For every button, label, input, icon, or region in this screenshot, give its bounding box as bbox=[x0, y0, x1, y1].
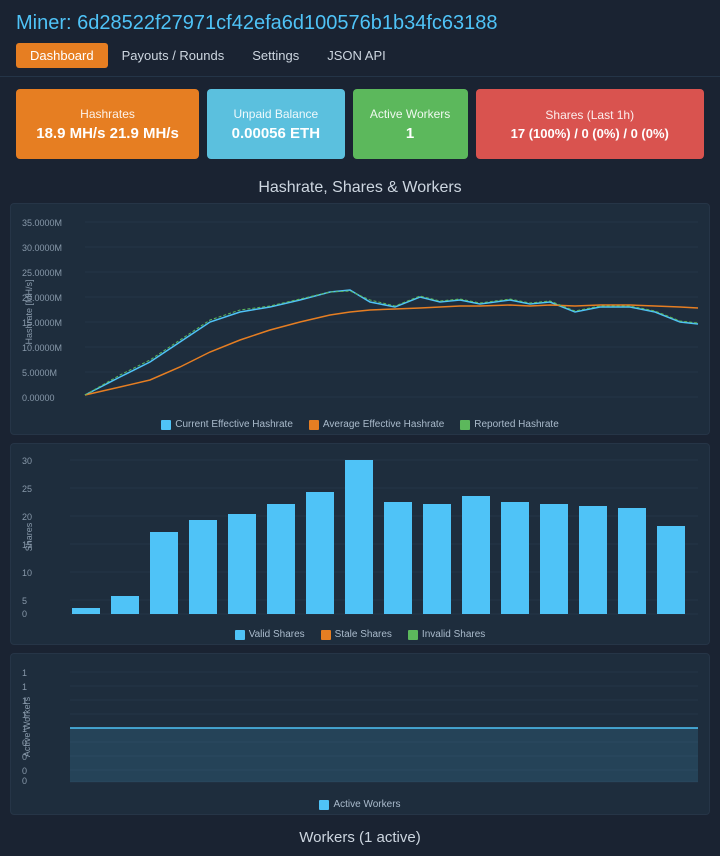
legend-reported-label: Reported Hashrate bbox=[474, 419, 559, 430]
nav-dashboard[interactable]: Dashboard bbox=[16, 43, 108, 68]
legend-invalid: Invalid Shares bbox=[408, 629, 485, 640]
y-label-2: 30.0000M bbox=[22, 243, 62, 253]
bar-4 bbox=[228, 514, 256, 614]
chart-main-title: Hashrate, Shares & Workers bbox=[10, 179, 710, 197]
hashrate-chart-container: .grid-line { stroke: #2a3f52; stroke-wid… bbox=[10, 203, 710, 435]
unpaid-label: Unpaid Balance bbox=[233, 107, 318, 121]
workers-legend: Active Workers bbox=[19, 799, 701, 810]
svg-text:10: 10 bbox=[22, 568, 32, 578]
unpaid-value: 0.00056 ETH bbox=[232, 125, 320, 142]
bar-8 bbox=[384, 502, 412, 614]
svg-text:30: 30 bbox=[22, 456, 32, 466]
bar-9 bbox=[423, 504, 451, 614]
bar-5 bbox=[267, 504, 295, 614]
bar-14 bbox=[618, 508, 646, 614]
legend-stale-label: Stale Shares bbox=[335, 629, 392, 640]
shares-label: Shares (Last 1h) bbox=[545, 108, 634, 122]
hashrate-y-axis-label: Hashrate [MH/s] bbox=[24, 279, 34, 344]
shares-value: 17 (100%) / 0 (0%) / 0 (0%) bbox=[511, 126, 669, 141]
svg-text:0: 0 bbox=[22, 609, 27, 619]
bar-15 bbox=[657, 526, 685, 614]
active-workers-label: Active Workers bbox=[370, 107, 450, 121]
hashrates-value: 18.9 MH/s 21.9 MH/s bbox=[36, 125, 179, 142]
nav-payouts[interactable]: Payouts / Rounds bbox=[108, 43, 239, 68]
y-label-1: 35.0000M bbox=[22, 218, 62, 228]
active-workers-value: 1 bbox=[406, 125, 414, 142]
svg-text:5: 5 bbox=[22, 596, 27, 606]
shares-card: Shares (Last 1h) 17 (100%) / 0 (0%) / 0 … bbox=[476, 89, 704, 159]
legend-workers: Active Workers bbox=[319, 799, 400, 810]
shares-svg: .sgrid { stroke: #2a3f52; stroke-width: … bbox=[19, 452, 701, 622]
svg-text:0: 0 bbox=[22, 776, 27, 786]
y-label-8: 0.00000 bbox=[22, 393, 55, 403]
charts-section: Hashrate, Shares & Workers .grid-line { … bbox=[0, 179, 720, 856]
svg-text:20: 20 bbox=[22, 512, 32, 522]
workers-chart-container: .wgrid { stroke: #2a3f52; stroke-width: … bbox=[10, 653, 710, 815]
legend-workers-dot bbox=[319, 800, 329, 810]
hashrate-chart: .grid-line { stroke: #2a3f52; stroke-wid… bbox=[19, 212, 701, 415]
workers-svg: .wgrid { stroke: #2a3f52; stroke-width: … bbox=[19, 662, 701, 792]
svg-text:1: 1 bbox=[22, 668, 27, 678]
bar-3 bbox=[189, 520, 217, 614]
bar-12 bbox=[540, 504, 568, 614]
bar-2 bbox=[150, 532, 178, 614]
bar-11 bbox=[501, 502, 529, 614]
bar-1 bbox=[111, 596, 139, 614]
shares-legend: Valid Shares Stale Shares Invalid Shares bbox=[19, 629, 701, 640]
legend-stale-dot bbox=[321, 630, 331, 640]
hashrate-svg: .grid-line { stroke: #2a3f52; stroke-wid… bbox=[19, 212, 701, 412]
legend-avg-dot bbox=[309, 420, 319, 430]
workers-fill bbox=[70, 728, 698, 782]
legend-current-dot bbox=[161, 420, 171, 430]
legend-avg-label: Average Effective Hashrate bbox=[323, 419, 444, 430]
navigation: Dashboard Payouts / Rounds Settings JSON… bbox=[16, 43, 704, 68]
legend-current: Current Effective Hashrate bbox=[161, 419, 293, 430]
legend-valid: Valid Shares bbox=[235, 629, 305, 640]
hashrates-label: Hashrates bbox=[80, 107, 135, 121]
header: Miner: 6d28522f27971cf42efa6d100576b1b34… bbox=[0, 0, 720, 77]
legend-valid-label: Valid Shares bbox=[249, 629, 305, 640]
bar-7 bbox=[345, 460, 373, 614]
workers-footer-label: Workers (1 active) bbox=[10, 823, 710, 856]
legend-stale: Stale Shares bbox=[321, 629, 392, 640]
active-workers-card: Active Workers 1 bbox=[353, 89, 468, 159]
workers-chart: .wgrid { stroke: #2a3f52; stroke-width: … bbox=[19, 662, 701, 795]
bar-0 bbox=[72, 608, 100, 614]
miner-label: Miner: bbox=[16, 12, 72, 34]
shares-y-axis-label: Shares bbox=[24, 522, 34, 551]
bar-6 bbox=[306, 492, 334, 614]
y-label-3: 25.0000M bbox=[22, 268, 62, 278]
legend-valid-dot bbox=[235, 630, 245, 640]
shares-chart: .sgrid { stroke: #2a3f52; stroke-width: … bbox=[19, 452, 701, 625]
svg-text:25: 25 bbox=[22, 484, 32, 494]
unpaid-card: Unpaid Balance 0.00056 ETH bbox=[207, 89, 345, 159]
svg-text:0: 0 bbox=[22, 766, 27, 776]
legend-current-label: Current Effective Hashrate bbox=[175, 419, 293, 430]
y-label-7: 5.0000M bbox=[22, 368, 57, 378]
avg-hashrate-line bbox=[85, 305, 698, 395]
legend-invalid-label: Invalid Shares bbox=[422, 629, 485, 640]
legend-invalid-dot bbox=[408, 630, 418, 640]
bar-13 bbox=[579, 506, 607, 614]
nav-jsonapi[interactable]: JSON API bbox=[313, 43, 400, 68]
legend-workers-label: Active Workers bbox=[333, 799, 400, 810]
legend-avg: Average Effective Hashrate bbox=[309, 419, 444, 430]
miner-address: 6d28522f27971cf42efa6d100576b1b34fc63188 bbox=[77, 12, 497, 34]
page-title: Miner: 6d28522f27971cf42efa6d100576b1b34… bbox=[16, 12, 704, 35]
shares-chart-container: .sgrid { stroke: #2a3f52; stroke-width: … bbox=[10, 443, 710, 645]
workers-y-axis-label: Active Workers bbox=[22, 696, 32, 757]
stats-row: Hashrates 18.9 MH/s 21.9 MH/s Unpaid Bal… bbox=[0, 77, 720, 171]
nav-settings[interactable]: Settings bbox=[238, 43, 313, 68]
hashrates-card: Hashrates 18.9 MH/s 21.9 MH/s bbox=[16, 89, 199, 159]
legend-reported-dot bbox=[460, 420, 470, 430]
bar-10 bbox=[462, 496, 490, 614]
svg-text:1: 1 bbox=[22, 682, 27, 692]
legend-reported: Reported Hashrate bbox=[460, 419, 559, 430]
hashrate-legend: Current Effective Hashrate Average Effec… bbox=[19, 419, 701, 430]
